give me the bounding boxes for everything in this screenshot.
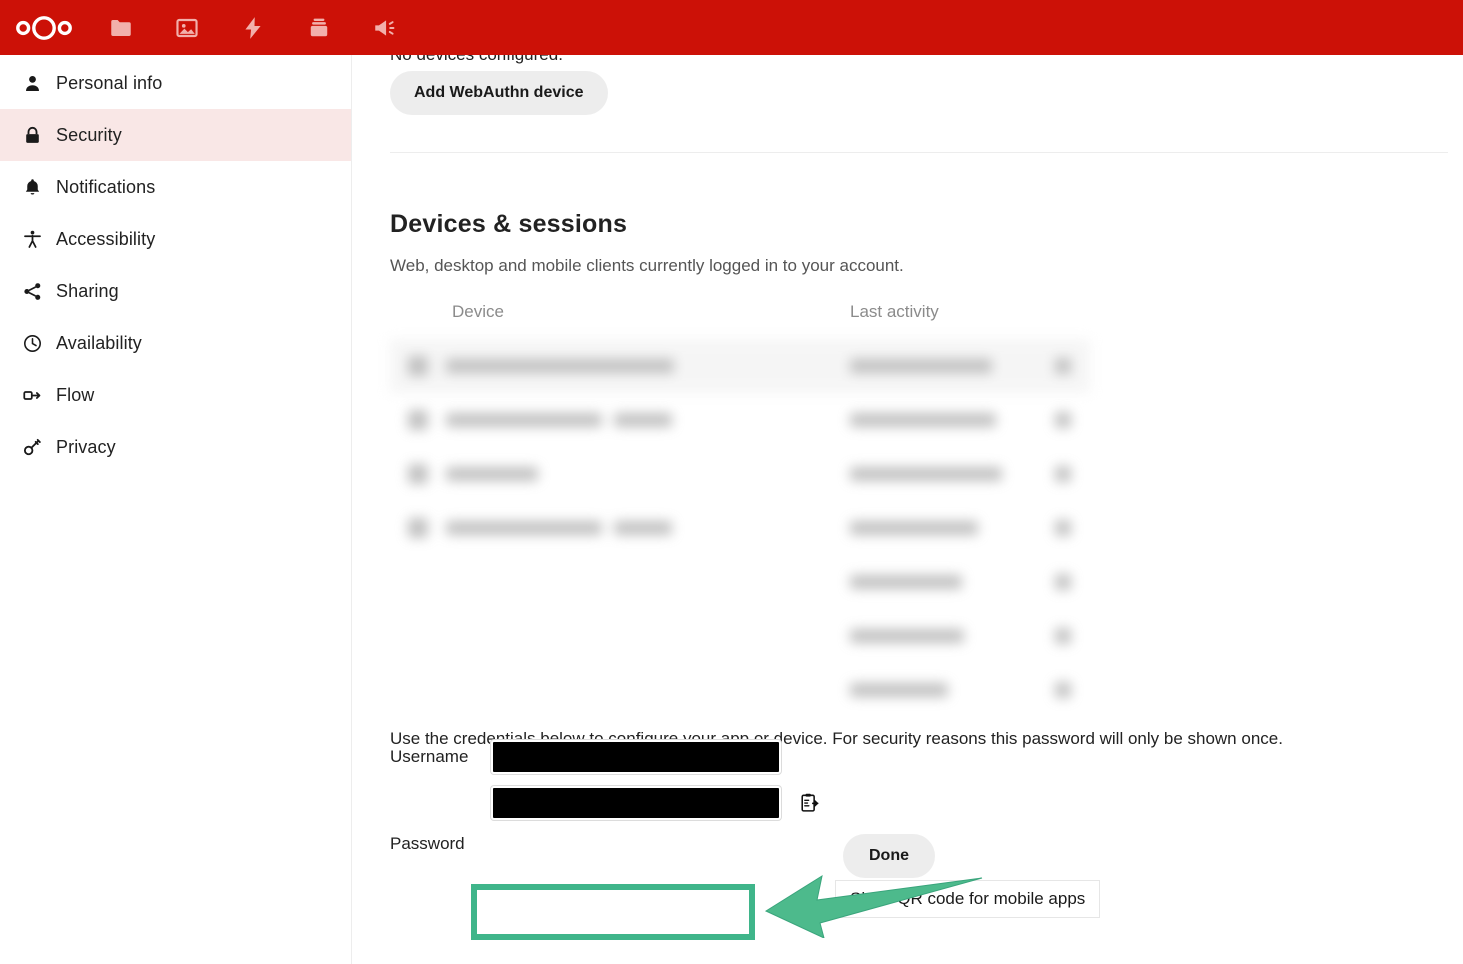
deck-app-icon[interactable]: [286, 0, 352, 55]
flow-icon: [10, 369, 54, 421]
last-activity-cell: [850, 575, 1036, 589]
sidebar-item-label: Privacy: [56, 436, 116, 457]
sidebar-item-label: Notifications: [56, 176, 156, 197]
column-header-last-activity: Last activity: [850, 302, 939, 321]
settings-sidebar: Personal info Security Notifications Acc…: [0, 55, 352, 964]
sidebar-item-accessibility[interactable]: Accessibility: [0, 213, 351, 265]
last-activity-cell: [850, 413, 1036, 427]
bell-icon: [10, 161, 54, 213]
table-row[interactable]: [390, 339, 1090, 393]
add-webauthn-device-button[interactable]: Add WebAuthn device: [390, 71, 608, 115]
password-label: Password: [390, 834, 465, 853]
row-actions-menu-icon[interactable]: [1036, 682, 1090, 698]
accessibility-icon: [10, 213, 54, 265]
table-body: [390, 339, 1090, 717]
lock-icon: [10, 109, 54, 161]
device-name-cell: [446, 467, 850, 481]
sidebar-item-sharing[interactable]: Sharing: [0, 265, 351, 317]
username-redaction: [493, 742, 779, 772]
password-input[interactable]: [490, 785, 782, 821]
device-name-cell: [446, 521, 850, 535]
table-row[interactable]: [390, 609, 1090, 663]
clock-icon: [10, 317, 54, 369]
show-qr-code-link[interactable]: Show QR code for mobile apps: [835, 880, 1101, 918]
files-app-icon[interactable]: [88, 0, 154, 55]
last-activity-cell: [850, 467, 1036, 481]
section-description: Web, desktop and mobile clients currentl…: [390, 256, 904, 275]
username-label: Username: [390, 747, 469, 766]
table-row[interactable]: [390, 393, 1090, 447]
last-activity-cell: [850, 629, 1036, 643]
last-activity-cell: [850, 683, 1036, 697]
sidebar-item-label: Sharing: [56, 280, 119, 301]
row-actions-menu-icon[interactable]: [1036, 358, 1090, 374]
row-actions-menu-icon[interactable]: [1036, 628, 1090, 644]
username-input[interactable]: [490, 739, 782, 775]
clipboard-copy-icon[interactable]: [796, 790, 822, 816]
activity-app-icon[interactable]: [220, 0, 286, 55]
table-row[interactable]: [390, 447, 1090, 501]
sidebar-item-label: Flow: [56, 384, 95, 405]
sidebar-item-availability[interactable]: Availability: [0, 317, 351, 369]
sidebar-item-notifications[interactable]: Notifications: [0, 161, 351, 213]
device-name-cell: [446, 359, 850, 373]
user-icon: [10, 57, 54, 109]
sidebar-item-label: Availability: [56, 332, 142, 353]
devices-sessions-table: Device Last activity: [390, 295, 1090, 717]
sidebar-item-label: Security: [56, 124, 122, 145]
device-name-cell: [446, 413, 850, 427]
share-icon: [10, 265, 54, 317]
done-button[interactable]: Done: [843, 834, 935, 878]
announcements-app-icon[interactable]: [352, 0, 418, 55]
last-activity-cell: [850, 521, 1036, 535]
table-row[interactable]: [390, 663, 1090, 717]
section-divider: [390, 152, 1448, 153]
password-field-row: [390, 785, 822, 821]
row-actions-menu-icon[interactable]: [1036, 412, 1090, 428]
last-activity-cell: [850, 359, 1036, 373]
sidebar-item-label: Personal info: [56, 72, 163, 93]
table-header-row: Device Last activity: [390, 295, 1090, 329]
device-type-icon: [390, 464, 446, 484]
password-redaction: [493, 788, 779, 818]
device-type-icon: [390, 410, 446, 430]
row-actions-menu-icon[interactable]: [1036, 574, 1090, 590]
table-row[interactable]: [390, 501, 1090, 555]
device-type-icon: [390, 518, 446, 538]
column-header-device: Device: [452, 302, 504, 321]
settings-main-content: No devices configured. Add WebAuthn devi…: [352, 55, 1463, 964]
photos-app-icon[interactable]: [154, 0, 220, 55]
nextcloud-logo[interactable]: [0, 0, 88, 55]
username-field-row: Username: [390, 739, 782, 775]
page-title: Devices & sessions: [390, 209, 628, 238]
row-actions-menu-icon[interactable]: [1036, 466, 1090, 482]
sidebar-item-privacy[interactable]: Privacy: [0, 421, 351, 473]
sidebar-item-flow[interactable]: Flow: [0, 369, 351, 421]
top-navigation-bar: [0, 0, 1463, 55]
sidebar-item-label: Accessibility: [56, 228, 156, 249]
key-icon: [10, 421, 54, 473]
sidebar-item-security[interactable]: Security: [0, 109, 351, 161]
sidebar-item-personal-info[interactable]: Personal info: [0, 57, 351, 109]
row-actions-menu-icon[interactable]: [1036, 520, 1090, 536]
no-devices-configured-text: No devices configured.: [390, 55, 563, 65]
device-type-icon: [390, 356, 446, 376]
table-row[interactable]: [390, 555, 1090, 609]
nextcloud-settings-page: Personal info Security Notifications Acc…: [0, 0, 1463, 964]
